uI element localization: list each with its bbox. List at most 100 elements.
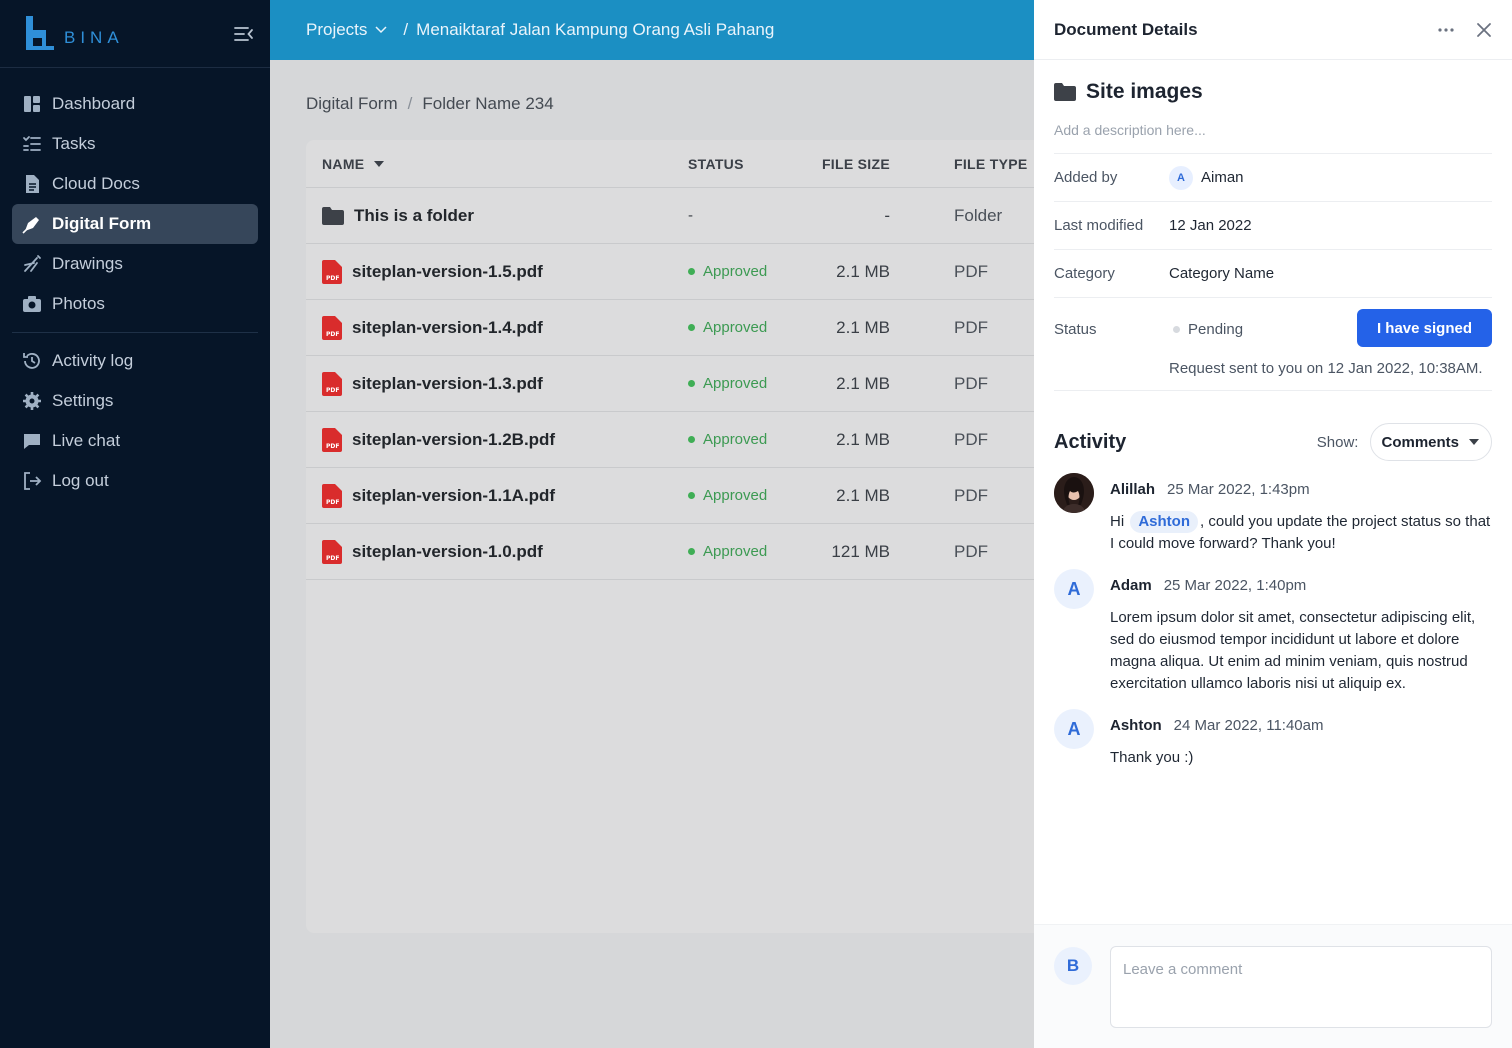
file-name-cell: This is a folder — [306, 206, 688, 226]
meta-value: Pending — [1169, 321, 1243, 338]
status-dot — [688, 436, 695, 443]
i-have-signed-button[interactable]: I have signed — [1357, 309, 1492, 347]
table-row[interactable]: This is a folder - - Folder — [306, 188, 1066, 244]
file-size: 2.1 MB — [836, 261, 890, 281]
caret-down-icon — [1469, 439, 1479, 445]
top-bar: Projects / Menaiktaraf Jalan Kampung Ora… — [270, 0, 1034, 60]
status-text: Approved — [703, 375, 768, 392]
table-row[interactable]: PDF siteplan-version-1.2B.pdf Approved 2… — [306, 412, 1066, 468]
meta-status: Status Pending I have signed Request sen… — [1054, 297, 1492, 391]
more-options-button[interactable] — [1438, 27, 1454, 32]
table-row[interactable]: PDF siteplan-version-1.1A.pdf Approved 2… — [306, 468, 1066, 524]
avatar: B — [1054, 947, 1092, 985]
file-type: PDF — [954, 485, 988, 505]
file-type: PDF — [954, 541, 988, 561]
show-label: Show: — [1316, 433, 1359, 451]
description-input[interactable]: Add a description here... — [1054, 122, 1206, 138]
file-name-cell: PDF siteplan-version-1.1A.pdf — [306, 483, 688, 508]
table-row[interactable]: PDF siteplan-version-1.5.pdf Approved 2.… — [306, 244, 1066, 300]
camera-icon — [23, 296, 41, 312]
more-horizontal-icon — [1438, 27, 1454, 32]
meta-label: Status — [1054, 321, 1097, 338]
meta-value: 12 Jan 2022 — [1169, 217, 1252, 234]
sidebar-item-label: Cloud Docs — [52, 174, 140, 193]
meta-label: Added by — [1054, 169, 1118, 186]
file-status: Approved — [688, 375, 798, 392]
activity-filter: Show: Comments — [1317, 423, 1492, 461]
file-name-cell: PDF siteplan-version-1.3.pdf — [306, 371, 688, 396]
status-dot — [688, 380, 695, 387]
column-header-status[interactable]: STATUS — [688, 156, 798, 172]
request-note: Request sent to you on 12 Jan 2022, 10:3… — [1169, 360, 1483, 377]
close-icon — [1477, 22, 1491, 37]
tasks-icon — [23, 136, 41, 151]
avatar: A — [1054, 709, 1094, 749]
chevron-down-icon[interactable] — [375, 26, 387, 34]
file-type: PDF — [954, 317, 988, 337]
collapse-sidebar-button[interactable] — [232, 22, 256, 46]
meta-category: Category Category Name — [1054, 249, 1492, 297]
sidebar-item-label: Digital Form — [52, 214, 152, 233]
close-panel-button[interactable] — [1476, 22, 1492, 38]
comment-input[interactable] — [1110, 946, 1492, 1028]
sidebar-item-live-chat[interactable]: Live chat — [12, 421, 258, 461]
column-header-type[interactable]: FILE TYPE — [890, 156, 1040, 172]
mention-tag[interactable]: Ashton — [1130, 511, 1199, 533]
pdf-icon: PDF — [322, 371, 342, 396]
projects-dropdown[interactable]: Projects — [306, 20, 367, 40]
status-text: Approved — [703, 263, 768, 280]
breadcrumb: Digital Form / Folder Name 234 — [306, 94, 554, 114]
sidebar-item-log-out[interactable]: Log out — [12, 461, 258, 501]
main-content: Projects / Menaiktaraf Jalan Kampung Ora… — [270, 0, 1066, 1048]
file-status: Approved — [688, 431, 798, 448]
breadcrumb-root[interactable]: Digital Form — [306, 94, 398, 114]
activity-filter-select[interactable]: Comments — [1370, 423, 1492, 461]
avatar: A — [1169, 165, 1193, 190]
file-name-cell: PDF siteplan-version-1.2B.pdf — [306, 427, 688, 452]
avatar: A — [1054, 569, 1094, 609]
comment-time: 25 Mar 2022, 1:43pm — [1167, 481, 1310, 498]
svg-text:PDF: PDF — [326, 331, 339, 338]
pdf-icon: PDF — [322, 315, 342, 340]
comment-body: Thank you :) — [1110, 749, 1194, 766]
sidebar-item-label: Tasks — [52, 134, 96, 153]
sidebar-item-cloud-docs[interactable]: Cloud Docs — [12, 164, 258, 204]
comment-text: Hi — [1110, 513, 1125, 530]
sidebar-item-dashboard[interactable]: Dashboard — [12, 84, 258, 124]
sidebar-item-digital-form[interactable]: Digital Form — [12, 204, 258, 244]
file-status: - — [688, 207, 798, 224]
sidebar-item-settings[interactable]: Settings — [12, 381, 258, 421]
table-row[interactable]: PDF siteplan-version-1.4.pdf Approved 2.… — [306, 300, 1066, 356]
file-table: NAME STATUS FILE SIZE FILE TYPE This is … — [306, 140, 1066, 933]
table-row[interactable]: PDF siteplan-version-1.0.pdf Approved 12… — [306, 524, 1066, 580]
sidebar-item-drawings[interactable]: Drawings — [12, 244, 258, 284]
table-row[interactable]: PDF siteplan-version-1.3.pdf Approved 2.… — [306, 356, 1066, 412]
status-dot — [1173, 326, 1180, 333]
table-header: NAME STATUS FILE SIZE FILE TYPE — [306, 140, 1066, 188]
status-dot — [688, 268, 695, 275]
pdf-icon: PDF — [322, 539, 342, 564]
status-dot — [688, 492, 695, 499]
sidebar: BINA Dashboard Tasks Cloud Docs Digital … — [0, 0, 270, 1048]
sidebar-item-tasks[interactable]: Tasks — [12, 124, 258, 164]
logo-icon — [26, 15, 54, 50]
status-text: Approved — [703, 543, 768, 560]
brand-logo[interactable]: BINA — [24, 15, 124, 52]
sidebar-item-activity-log[interactable]: Activity log — [12, 341, 258, 381]
svg-text:PDF: PDF — [326, 275, 339, 282]
column-header-name[interactable]: NAME — [306, 156, 688, 172]
file-name-cell: PDF siteplan-version-1.5.pdf — [306, 259, 688, 284]
panel-title: Document Details — [1054, 19, 1198, 39]
status-text: Approved — [703, 487, 768, 504]
user-photo-icon — [1054, 473, 1094, 513]
file-status: Approved — [688, 543, 798, 560]
column-header-size[interactable]: FILE SIZE — [798, 156, 890, 172]
file-status: Approved — [688, 319, 798, 336]
sort-desc-icon — [374, 160, 385, 167]
comment-item: A Adam 25 Mar 2022, 1:40pm Lorem ipsum d… — [1054, 569, 1494, 693]
sidebar-item-photos[interactable]: Photos — [12, 284, 258, 324]
project-name: Menaiktaraf Jalan Kampung Orang Asli Pah… — [416, 20, 775, 39]
sidebar-item-label: Activity log — [52, 351, 134, 370]
meta-value: Category Name — [1169, 265, 1275, 282]
file-size: 2.1 MB — [836, 429, 890, 449]
